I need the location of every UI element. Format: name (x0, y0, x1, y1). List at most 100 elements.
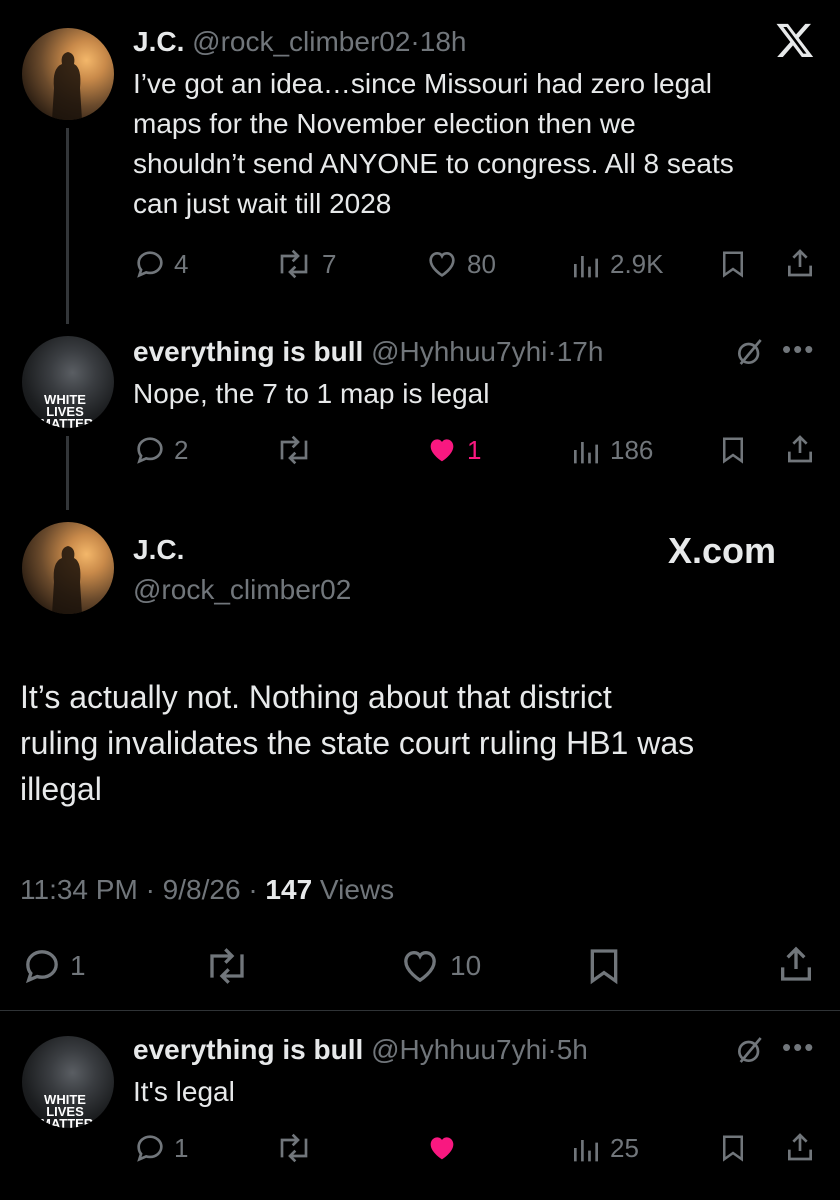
tweet-text: Nope, the 7 to 1 map is legal (133, 378, 490, 409)
divider (0, 1010, 840, 1011)
tweet-text-line: I’ve got an idea…since Missouri had zero… (133, 68, 712, 99)
views-button[interactable]: 25 (570, 1132, 639, 1164)
bookmark-icon (723, 437, 743, 464)
user-handle[interactable]: @rock_climber02 (133, 574, 351, 606)
timestamp[interactable]: 5h (557, 1034, 588, 1065)
like-count: 80 (467, 248, 496, 279)
like-count: 10 (450, 950, 482, 981)
avatar-overlay-text: WHITE LIVES MATTER (40, 1092, 94, 1128)
share-icon (788, 435, 812, 463)
reply-count: 4 (174, 248, 189, 279)
repost-button[interactable]: 7 (274, 248, 336, 280)
reply-count: 2 (174, 434, 189, 465)
grok-icon[interactable] (732, 336, 768, 373)
bookmark-icon (723, 1135, 743, 1162)
heart-filled-icon (430, 1137, 454, 1160)
bookmark-icon (590, 949, 618, 985)
repost-button[interactable] (202, 946, 252, 986)
grok-icon[interactable] (732, 1034, 768, 1071)
tweet-header: everything is bull @Hyhhuu7yhi·5h (133, 1034, 588, 1066)
like-button[interactable] (425, 1132, 459, 1164)
views-label: Views (319, 874, 395, 905)
thread-line (66, 436, 69, 510)
x-logo-icon (774, 20, 816, 65)
views-count[interactable]: 147 (265, 874, 312, 905)
display-name[interactable]: everything is bull (133, 336, 363, 367)
repost-icon (280, 249, 308, 279)
repost-count: 7 (322, 248, 337, 279)
share-button[interactable] (784, 246, 816, 280)
bookmark-button[interactable] (584, 946, 624, 986)
tweet-header: J.C. @rock_climber02·18h (133, 26, 466, 58)
user-handle[interactable]: @Hyhhuu7yhi (371, 1034, 547, 1065)
reply-icon (137, 1135, 163, 1162)
repost-icon (280, 1133, 308, 1163)
tweet-text-line: ruling invalidates the state court rulin… (20, 725, 695, 761)
avatar-silhouette (52, 52, 82, 120)
avatar-overlay-text: WHITE LIVES MATTER (40, 392, 94, 428)
separator: · (547, 336, 557, 367)
share-icon (788, 249, 812, 277)
avatar[interactable] (22, 522, 114, 614)
views-icon (574, 442, 598, 464)
separator: · (547, 1034, 557, 1065)
reply-button[interactable]: 1 (22, 946, 86, 986)
brand-watermark: X.com (668, 530, 777, 571)
share-button[interactable] (784, 1130, 816, 1164)
tweet-text-line: shouldn’t send ANYONE to congress. All 8… (133, 148, 734, 179)
tweet-text-line: maps for the November election then we (133, 108, 636, 139)
reply-count: 1 (70, 950, 86, 981)
heart-icon (404, 950, 436, 983)
thread-line (66, 128, 69, 324)
views-count: 25 (610, 1132, 639, 1163)
like-button[interactable]: 1 (425, 434, 481, 466)
tweet-text-line: can just wait till 2028 (133, 188, 392, 219)
tweet-timestamp-line: 11:34 PM · 9/8/26 · 147 Views (20, 874, 394, 906)
user-handle[interactable]: @rock_climber02 (192, 26, 410, 57)
more-options-icon[interactable]: ••• (782, 334, 815, 365)
more-options-icon[interactable]: ••• (782, 1032, 815, 1063)
views-button[interactable]: 2.9K (570, 248, 664, 280)
post-time[interactable]: 11:34 PM (20, 874, 138, 905)
display-name[interactable]: J.C. (133, 534, 184, 566)
avatar[interactable]: WHITE LIVES MATTER (22, 336, 114, 428)
tweet-text: It's legal (133, 1076, 235, 1107)
separator: · (410, 26, 420, 57)
avatar-silhouette (52, 546, 82, 614)
display-name[interactable]: J.C. (133, 26, 184, 57)
share-button[interactable] (784, 432, 816, 466)
heart-icon (429, 251, 455, 277)
views-button[interactable]: 186 (570, 434, 653, 466)
post-date[interactable]: 9/8/26 (163, 874, 241, 905)
views-count: 2.9K (610, 248, 664, 279)
reply-button[interactable]: 1 (134, 1132, 188, 1164)
avatar[interactable]: WHITE LIVES MATTER (22, 1036, 114, 1128)
avatar[interactable] (22, 28, 114, 120)
share-button[interactable] (776, 942, 816, 986)
tweet-text-line: illegal (20, 771, 102, 807)
reply-icon (25, 950, 58, 984)
repost-button[interactable] (274, 434, 314, 466)
separator: · (248, 874, 258, 905)
like-button[interactable]: 80 (425, 248, 496, 280)
timestamp[interactable]: 17h (557, 336, 604, 367)
display-name[interactable]: everything is bull (133, 1034, 363, 1065)
like-button[interactable]: 10 (398, 946, 481, 986)
tweet-text: I’ve got an idea…since Missouri had zero… (133, 64, 823, 224)
tweet-text-line: It’s actually not. Nothing about that di… (20, 679, 612, 715)
reply-button[interactable]: 2 (134, 434, 188, 466)
repost-button[interactable] (274, 1132, 314, 1164)
views-icon (574, 1140, 598, 1162)
bookmark-button[interactable] (718, 1132, 748, 1164)
main-tweet-text: It’s actually not. Nothing about that di… (20, 674, 820, 812)
user-handle[interactable]: @Hyhhuu7yhi (371, 336, 547, 367)
like-count: 1 (467, 434, 482, 465)
reply-icon (137, 251, 163, 278)
bookmark-button[interactable] (718, 248, 748, 280)
bookmark-button[interactable] (718, 434, 748, 466)
separator: · (145, 874, 155, 905)
timestamp[interactable]: 18h (420, 26, 467, 57)
reply-button[interactable]: 4 (134, 248, 188, 280)
bookmark-icon (723, 251, 743, 278)
views-icon (574, 256, 598, 278)
